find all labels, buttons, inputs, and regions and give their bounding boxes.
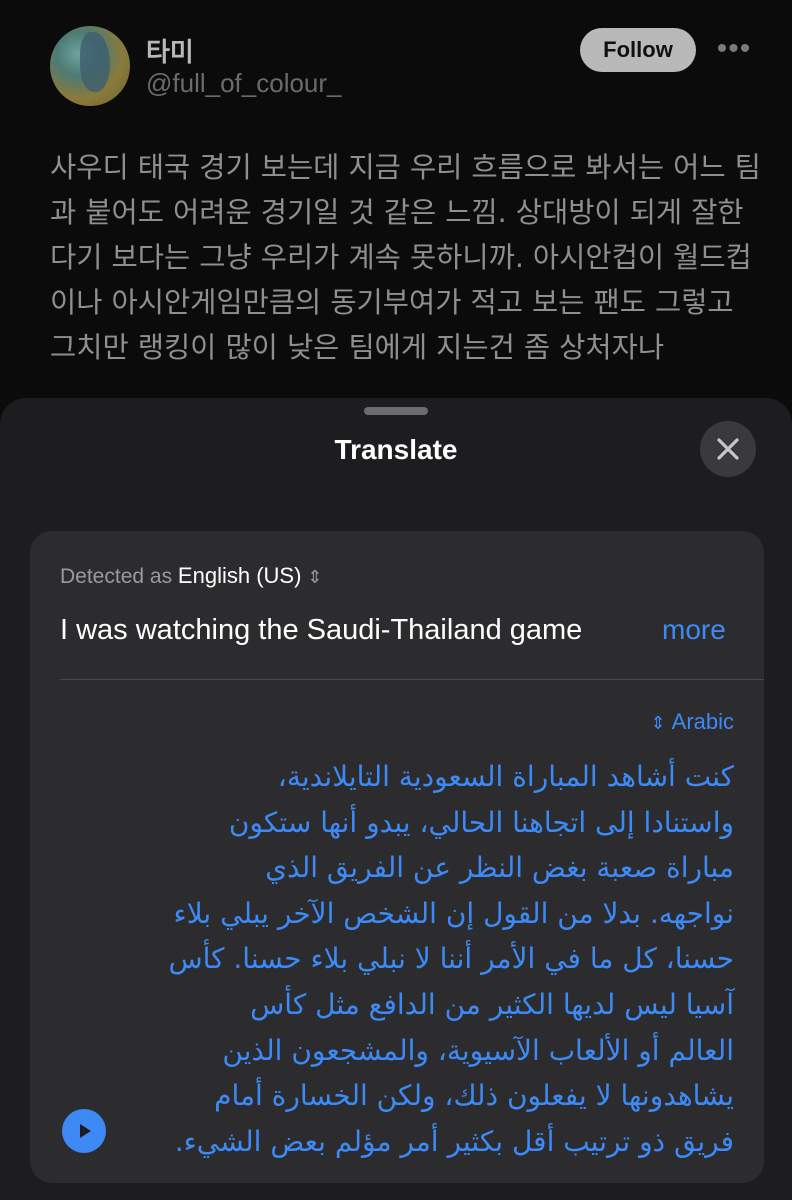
tweet-text-line: 그치만 랭킹이 많이 낮은 팀에게 지는건 좀 상처자나 (50, 331, 665, 364)
tweet-text: 사우디 태국 경기 보는데 지금 우리 흐름으로 봐서는 어느 팀 과 붙어도 … (50, 145, 761, 370)
translation-line: يشاهدونها لا يفعلون ذلك، ولكن الخسارة أم… (214, 1079, 734, 1113)
source-text-container: I was watching the Saudi-Thailand game (60, 608, 650, 652)
detected-prefix: Detected as (60, 565, 173, 588)
translation-card: Detected as English (US) ⇕ I was watching… (30, 531, 764, 1183)
play-icon (80, 1124, 91, 1138)
tweet: 타미 @full_of_colour_ Follow ••• 사우디 태국 경기… (0, 0, 792, 420)
target-language: Arabic (671, 709, 734, 734)
avatar[interactable] (50, 26, 130, 106)
chevron-up-down-icon: ⇕ (650, 713, 666, 733)
translation-line: العالم أو الألعاب الآسيوية، والمشجعون ال… (222, 1033, 734, 1067)
tweet-text-line: 사우디 태국 경기 보는데 지금 우리 흐름으로 봐서는 어느 팀 (50, 151, 761, 184)
more-options-icon[interactable]: ••• (712, 34, 756, 66)
detected-language-row[interactable]: Detected as English (US) ⇕ (60, 563, 323, 589)
translation-line: حسنا، كل ما في الأمر أننا لا نبلي بلاء ح… (168, 942, 734, 976)
translated-text: كنت أشاهد المباراة السعودية التايلاندية،… (94, 754, 734, 1164)
user-handle[interactable]: @full_of_colour_ (146, 68, 342, 99)
close-button[interactable] (700, 421, 756, 477)
follow-button[interactable]: Follow (580, 28, 696, 72)
source-text: I was watching the Saudi-Thailand game (60, 614, 583, 646)
close-icon (717, 438, 739, 460)
play-button[interactable] (62, 1109, 106, 1153)
target-language-selector[interactable]: ⇕ Arabic (651, 709, 734, 735)
divider (60, 679, 764, 680)
sheet-title: Translate (334, 434, 458, 465)
source-fade (580, 608, 650, 652)
translation-line: مباراة صعبة بغض النظر عن الفريق الذي (265, 851, 734, 885)
translation-line: كنت أشاهد المباراة السعودية التايلاندية، (277, 760, 734, 793)
tweet-text-line: 다기 보다는 그냥 우리가 계속 못하니까. 아시안컵이 월드컵 (50, 241, 752, 274)
more-link[interactable]: more (662, 608, 726, 652)
tweet-text-line: 과 붙어도 어려운 경기일 것 같은 느낌. 상대방이 되게 잘한 (50, 196, 744, 229)
translation-line: فريق ذو ترتيب أقل بكثير أمر مؤلم بعض الش… (174, 1124, 734, 1158)
translation-line: نواجهه. بدلا من القول إن الشخص الآخر يبل… (173, 896, 734, 930)
chevron-up-down-icon: ⇕ (307, 567, 323, 587)
translate-sheet: Translate Detected as English (US) ⇕ I wa… (0, 398, 792, 1200)
tweet-text-line: 이나 아시안게임만큼의 동기부여가 적고 보는 팬도 그렇고 (50, 286, 734, 319)
translation-line: آسيا ليس لديها الكثير من الدافع مثل كأس (250, 987, 734, 1021)
translation-line: واستنادا إلى اتجاهنا الحالي، يبدو أنها س… (228, 805, 734, 839)
display-name[interactable]: 타미 (146, 32, 194, 69)
sheet-grabber[interactable] (364, 407, 428, 415)
source-language: English (US) (177, 563, 302, 588)
